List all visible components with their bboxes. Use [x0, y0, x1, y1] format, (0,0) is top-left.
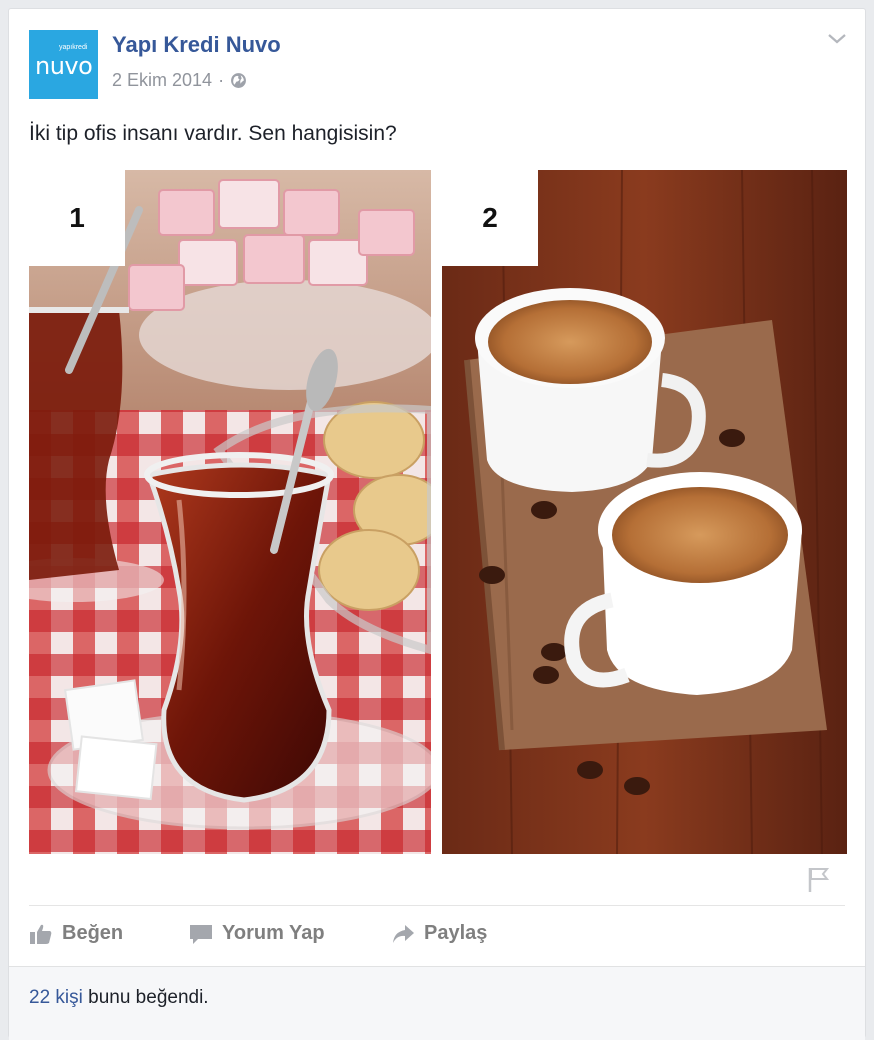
like-button[interactable]: Beğen	[29, 922, 123, 945]
photo-number-badge-1: 1	[29, 170, 125, 266]
likes-footer: 22 kişi bunu beğendi.	[9, 966, 865, 1040]
tea-image	[29, 170, 431, 854]
comment-label: Yorum Yap	[222, 922, 325, 944]
actions-divider	[29, 905, 845, 906]
chevron-down-icon[interactable]	[826, 31, 848, 47]
page-name-link[interactable]: Yapı Kredi Nuvo	[112, 32, 281, 58]
photo-coffee[interactable]: 2	[442, 170, 847, 854]
post-meta: 2 Ekim 2014 ·	[112, 70, 247, 91]
avatar-top-text: yapıkredi	[59, 44, 88, 51]
meta-separator: ·	[218, 70, 225, 90]
share-button[interactable]: Paylaş	[391, 922, 487, 945]
photo-number-badge-2: 2	[442, 170, 538, 266]
like-label: Beğen	[62, 922, 124, 944]
comment-icon	[190, 924, 212, 944]
comment-button[interactable]: Yorum Yap	[189, 922, 325, 945]
likes-summary: 22 kişi bunu beğendi.	[29, 987, 209, 1009]
report-flag-icon[interactable]	[805, 864, 831, 894]
page-avatar[interactable]: yapıkredi nuvo	[29, 30, 98, 99]
thumbs-up-icon	[30, 924, 52, 944]
post-date[interactable]: 2 Ekim 2014	[112, 70, 212, 91]
likes-text: bunu beğendi.	[82, 987, 209, 1008]
post-card: yapıkredi nuvo Yapı Kredi Nuvo 2 Ekim 20…	[8, 8, 866, 1040]
photo-tea[interactable]: 1	[29, 170, 431, 854]
avatar-word: nuvo	[35, 52, 93, 80]
globe-icon[interactable]	[230, 72, 247, 89]
likes-count-link[interactable]: 22 kişi	[29, 987, 83, 1008]
coffee-image	[442, 170, 847, 854]
share-arrow-icon	[393, 924, 414, 943]
post-text: İki tip ofis insanı vardır. Sen hangisis…	[29, 122, 397, 145]
share-label: Paylaş	[424, 922, 488, 944]
